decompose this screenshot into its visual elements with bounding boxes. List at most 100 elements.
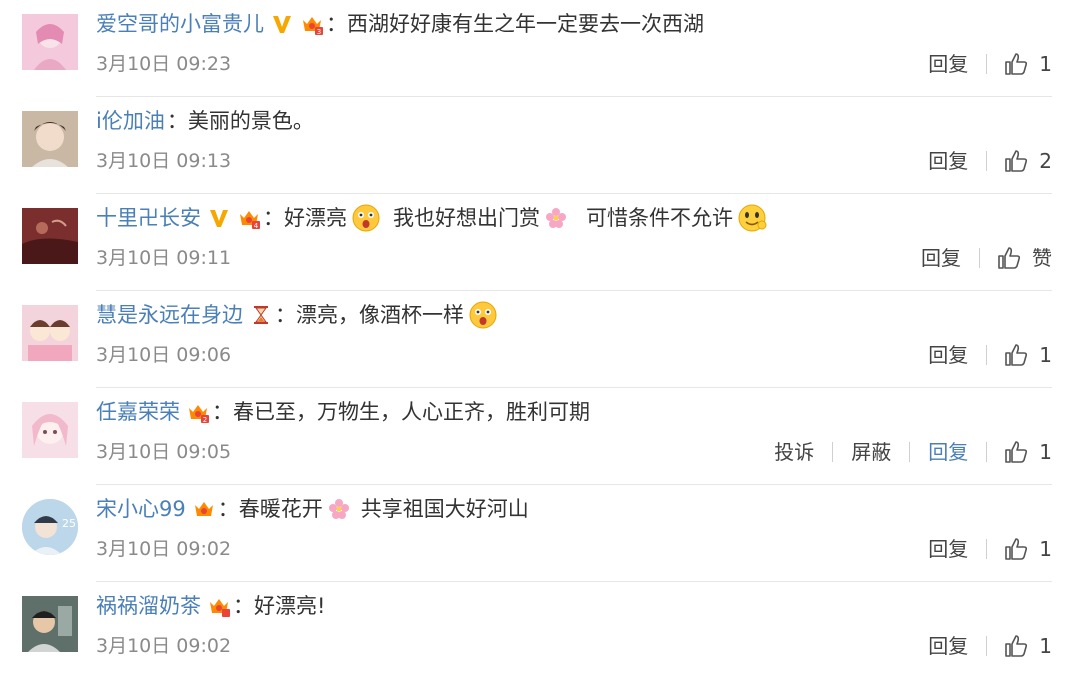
svg-text:4: 4: [254, 222, 259, 230]
report-button[interactable]: 投诉: [766, 437, 822, 467]
divider: [986, 151, 988, 171]
comment-text: 好漂亮!: [254, 594, 326, 618]
smiling-face-emoji-icon: [737, 203, 767, 233]
avatar[interactable]: [22, 305, 78, 361]
thumbs-up-icon: [1003, 439, 1029, 465]
avatar[interactable]: [22, 14, 78, 70]
reply-button[interactable]: 回复: [920, 49, 976, 79]
timestamp: 3月10日 09:13: [96, 150, 232, 172]
crown-badge-icon: 3: [300, 12, 324, 36]
like-button[interactable]: 赞: [990, 243, 1052, 273]
crown-badge-icon: [207, 594, 231, 618]
avatar[interactable]: [22, 402, 78, 458]
comment-text: 春已至，万物生，人心正齐，胜利可期: [233, 400, 590, 424]
comment-actions: 投诉 屏蔽 回复 1: [766, 437, 1052, 467]
comment-item: i伦加油 ： 美丽的景色。 3月10日 09:13 回复 2: [0, 97, 1080, 194]
thumbs-up-icon: [1003, 633, 1029, 659]
thumbs-up-icon: [1003, 51, 1029, 77]
timestamp: 3月10日 09:05: [96, 441, 232, 463]
verified-v-icon: [270, 12, 294, 36]
crown-badge-icon: [192, 497, 216, 521]
username[interactable]: 慧是永远在身边: [96, 299, 243, 331]
reply-button[interactable]: 回复: [920, 534, 976, 564]
divider: [909, 442, 911, 462]
username[interactable]: 宋小心99: [96, 493, 186, 525]
comment-text-part: 我也好想出门赏: [393, 206, 540, 230]
username[interactable]: i伦加油: [96, 105, 165, 137]
like-count: 1: [1039, 343, 1052, 367]
like-button[interactable]: 1: [997, 437, 1052, 467]
avatar[interactable]: [22, 208, 78, 264]
crown-badge-icon: 2: [186, 400, 210, 424]
like-count: 1: [1039, 537, 1052, 561]
divider: [986, 442, 988, 462]
comment-text-part: 可惜条件不允许: [586, 206, 733, 230]
reply-button[interactable]: 回复: [920, 146, 976, 176]
comment-text: 西湖好好康有生之年一定要去一次西湖: [347, 12, 704, 36]
timestamp: 3月10日 09:06: [96, 344, 232, 366]
comment-item: 爱空哥的小富贵儿 3 ： 西湖好好康有生之年一定要去一次西湖 3月10日 09:…: [0, 0, 1080, 97]
timestamp: 3月10日 09:02: [96, 635, 232, 657]
svg-text:25: 25: [62, 517, 76, 530]
reply-button[interactable]: 回复: [920, 437, 976, 467]
divider: [986, 54, 988, 74]
comment-item: 祸祸溜奶茶 ： 好漂亮! 3月10日 09:02 回复 1: [0, 582, 1080, 673]
divider: [832, 442, 834, 462]
svg-text:3: 3: [317, 28, 321, 36]
comment-text-part: 春暖花开: [238, 497, 323, 521]
avatar[interactable]: 25: [22, 499, 78, 555]
divider: [986, 345, 988, 365]
like-button[interactable]: 1: [997, 631, 1052, 661]
like-count: 1: [1039, 52, 1052, 76]
like-button[interactable]: 1: [997, 534, 1052, 564]
divider: [979, 248, 980, 268]
comment-actions: 回复 1: [920, 49, 1052, 79]
thumbs-up-icon: [1003, 342, 1029, 368]
thumbs-up-icon: [1003, 536, 1029, 562]
like-count: 2: [1039, 149, 1052, 173]
comment-item: 慧是永远在身边 ： 漂亮，像酒杯一样 3月10日 09:06 回复 1: [0, 291, 1080, 388]
like-count: 1: [1039, 440, 1052, 464]
username[interactable]: 任嘉荣荣: [96, 396, 180, 428]
reply-button[interactable]: 回复: [920, 631, 976, 661]
reply-button[interactable]: 回复: [920, 340, 976, 370]
comment-list: 爱空哥的小富贵儿 3 ： 西湖好好康有生之年一定要去一次西湖 3月10日 09:…: [0, 0, 1080, 673]
avatar[interactable]: [22, 596, 78, 652]
thumbs-up-icon: [996, 245, 1022, 271]
timestamp: 3月10日 09:02: [96, 538, 232, 560]
timestamp: 3月10日 09:23: [96, 53, 232, 75]
username[interactable]: 十里卍长安: [96, 202, 201, 234]
comment-actions: 回复 赞: [913, 243, 1052, 273]
username[interactable]: 祸祸溜奶茶: [96, 590, 201, 622]
cherry-blossom-icon: [327, 497, 351, 521]
surprised-face-emoji-icon: [351, 203, 381, 233]
svg-text:2: 2: [203, 416, 207, 424]
comment-text-part: 好漂亮: [284, 206, 347, 230]
comment-text-part: 漂亮，像酒杯一样: [296, 303, 464, 327]
comment-item: 十里卍长安 4 ： 好漂亮 我也好想出门赏 可惜条件不允许 3月10日 09:1…: [0, 194, 1080, 291]
username[interactable]: 爱空哥的小富贵儿: [96, 8, 264, 40]
thumbs-up-icon: [1003, 148, 1029, 174]
comment-actions: 回复 2: [920, 146, 1052, 176]
block-button[interactable]: 屏蔽: [843, 437, 899, 467]
like-button[interactable]: 2: [997, 146, 1052, 176]
hourglass-icon: [249, 303, 273, 327]
comment-item: 25 宋小心99 ： 春暖花开 共享祖国大好河山 3月10日 09:02 回复 …: [0, 485, 1080, 582]
like-button[interactable]: 1: [997, 340, 1052, 370]
comment-actions: 回复 1: [920, 534, 1052, 564]
surprised-face-emoji-icon: [468, 300, 498, 330]
cherry-blossom-icon: [544, 206, 568, 230]
verified-v-icon: [207, 206, 231, 230]
like-button[interactable]: 1: [997, 49, 1052, 79]
comment-text-part: 共享祖国大好河山: [360, 497, 529, 521]
divider: [986, 636, 988, 656]
like-count: 赞: [1032, 246, 1052, 270]
crown-badge-icon: 4: [237, 206, 261, 230]
like-count: 1: [1039, 634, 1052, 658]
reply-button[interactable]: 回复: [913, 243, 969, 273]
avatar[interactable]: [22, 111, 78, 167]
comment-text: 美丽的景色。: [187, 109, 314, 133]
comment-actions: 回复 1: [920, 340, 1052, 370]
timestamp: 3月10日 09:11: [96, 247, 232, 269]
comment-item: 任嘉荣荣 2 ： 春已至，万物生，人心正齐，胜利可期 3月10日 09:05 投…: [0, 388, 1080, 485]
